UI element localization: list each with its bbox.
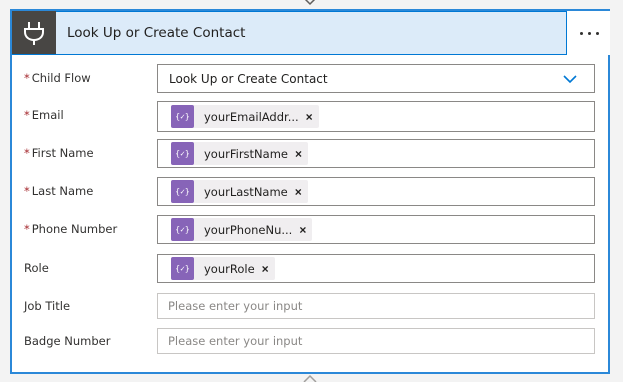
token-text: yourFirstName xyxy=(204,146,288,161)
badge-number-label: Badge Number xyxy=(24,334,111,348)
variable-icon: {✓} xyxy=(171,180,194,203)
first-name-token[interactable]: {✓} yourFirstName × xyxy=(171,142,309,165)
variable-icon: {✓} xyxy=(171,142,194,165)
remove-token-icon[interactable]: × xyxy=(295,185,302,199)
chevron-down-icon[interactable] xyxy=(562,73,578,85)
token-text: yourPhoneNu... xyxy=(204,222,293,237)
variable-icon: {✓} xyxy=(171,105,194,128)
badge-number-field[interactable] xyxy=(157,328,595,354)
last-name-label: * Last Name xyxy=(24,184,94,198)
child-flow-dropdown[interactable]: Look Up or Create Contact xyxy=(157,64,595,93)
last-name-field[interactable]: {✓} yourLastName × xyxy=(157,177,595,206)
role-field[interactable]: {✓} yourRole × xyxy=(157,254,595,283)
remove-token-icon[interactable]: × xyxy=(262,262,269,276)
card-title: Look Up or Create Contact xyxy=(67,25,246,41)
more-ellipsis-icon xyxy=(579,31,583,35)
token-text: yourEmailAddr... xyxy=(204,109,299,124)
job-title-input[interactable] xyxy=(158,294,594,318)
remove-token-icon[interactable]: × xyxy=(299,223,306,237)
email-field[interactable]: {✓} yourEmailAddr... × xyxy=(157,101,595,132)
role-label: Role xyxy=(24,261,49,275)
more-options-button[interactable] xyxy=(568,11,610,55)
job-title-field[interactable] xyxy=(157,293,595,319)
phone-number-label: * Phone Number xyxy=(24,222,118,236)
variable-icon: {✓} xyxy=(171,257,194,280)
first-name-field[interactable]: {✓} yourFirstName × xyxy=(157,139,595,168)
phone-number-token[interactable]: {✓} yourPhoneNu... × xyxy=(171,218,313,241)
plug-icon xyxy=(12,11,56,54)
child-flow-value: Look Up or Create Contact xyxy=(169,71,328,86)
badge-number-input[interactable] xyxy=(158,329,594,353)
connector-arrow-bottom xyxy=(303,374,317,382)
first-name-label: * First Name xyxy=(24,146,94,160)
remove-token-icon[interactable]: × xyxy=(295,147,302,161)
token-text: yourLastName xyxy=(204,184,288,199)
connector-arrow-top xyxy=(304,0,316,6)
child-flow-label: * Child Flow xyxy=(24,71,91,85)
email-label: * Email xyxy=(24,108,64,122)
action-card: Look Up or Create Contact * Child Flow Lo… xyxy=(10,9,610,374)
phone-number-field[interactable]: {✓} yourPhoneNu... × xyxy=(157,215,595,244)
remove-token-icon[interactable]: × xyxy=(306,110,313,124)
last-name-token[interactable]: {✓} yourLastName × xyxy=(171,180,308,203)
variable-icon: {✓} xyxy=(171,218,194,241)
role-token[interactable]: {✓} yourRole × xyxy=(171,257,275,280)
email-token[interactable]: {✓} yourEmailAddr... × xyxy=(171,105,319,128)
job-title-label: Job Title xyxy=(24,299,71,313)
token-text: yourRole xyxy=(204,261,255,276)
card-header[interactable]: Look Up or Create Contact xyxy=(12,11,567,55)
